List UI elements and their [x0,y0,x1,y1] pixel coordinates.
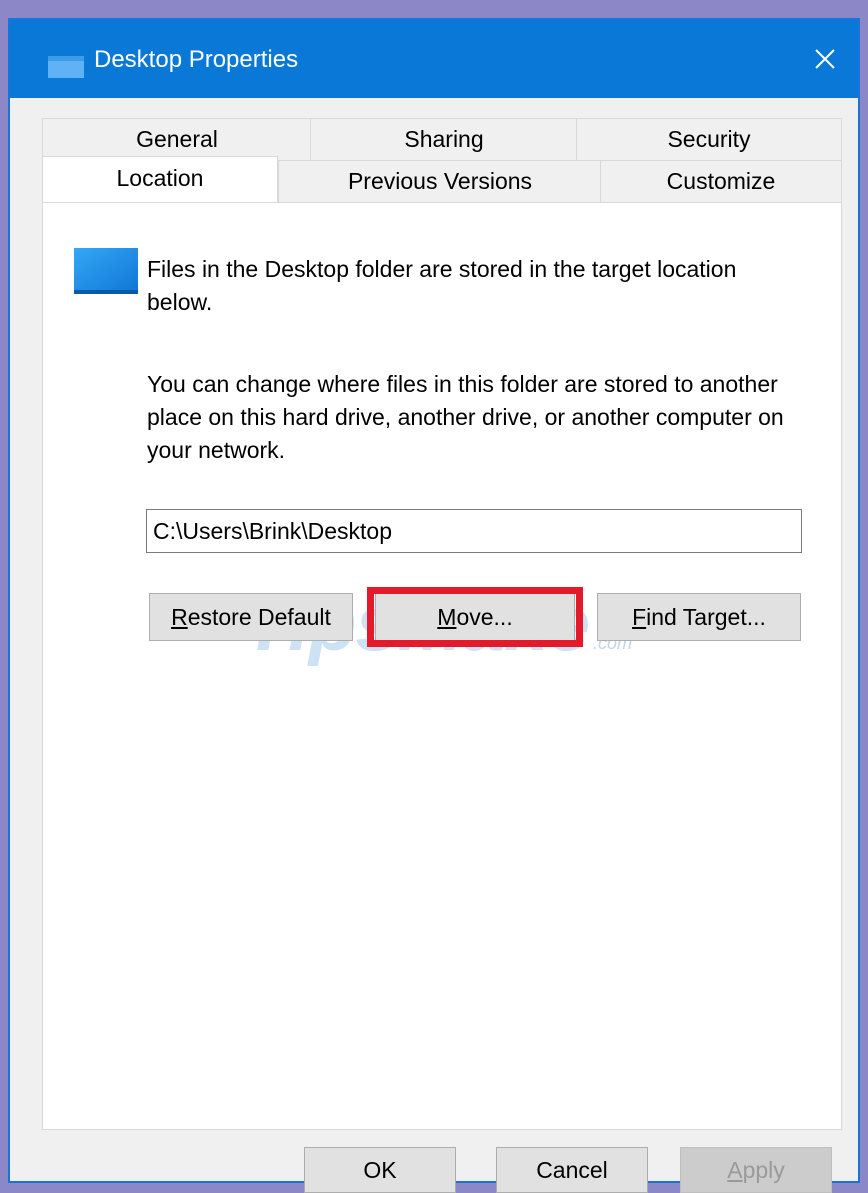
title-bar[interactable]: Desktop Properties [10,20,858,98]
tab-sharing[interactable]: Sharing [310,118,578,160]
tab-previous-versions[interactable]: Previous Versions [278,160,602,202]
ok-button[interactable]: OK [304,1147,456,1193]
location-description: Files in the Desktop folder are stored i… [147,256,737,315]
move-instructions: You can change where files in this folde… [147,371,784,463]
target-path-field[interactable] [146,509,802,553]
properties-window: Desktop Properties General Sharing Secur… [8,18,860,1193]
find-target-button[interactable]: Find Target... [597,593,801,641]
tab-location[interactable]: Location [42,156,278,202]
apply-button[interactable]: Apply [680,1147,832,1193]
move-button[interactable]: Move... [375,593,575,641]
cancel-button[interactable]: Cancel [496,1147,648,1193]
tab-security[interactable]: Security [576,118,842,160]
close-button[interactable] [792,20,858,98]
tab-general[interactable]: General [42,118,312,160]
window-title: Desktop Properties [94,46,299,73]
tab-customize[interactable]: Customize [600,160,842,202]
location-panel: Files in the Desktop folder are stored i… [42,202,842,1130]
folder-icon [74,248,138,294]
folder-icon [48,56,84,78]
close-icon [815,49,835,69]
restore-default-button[interactable]: Restore Default [149,593,353,641]
